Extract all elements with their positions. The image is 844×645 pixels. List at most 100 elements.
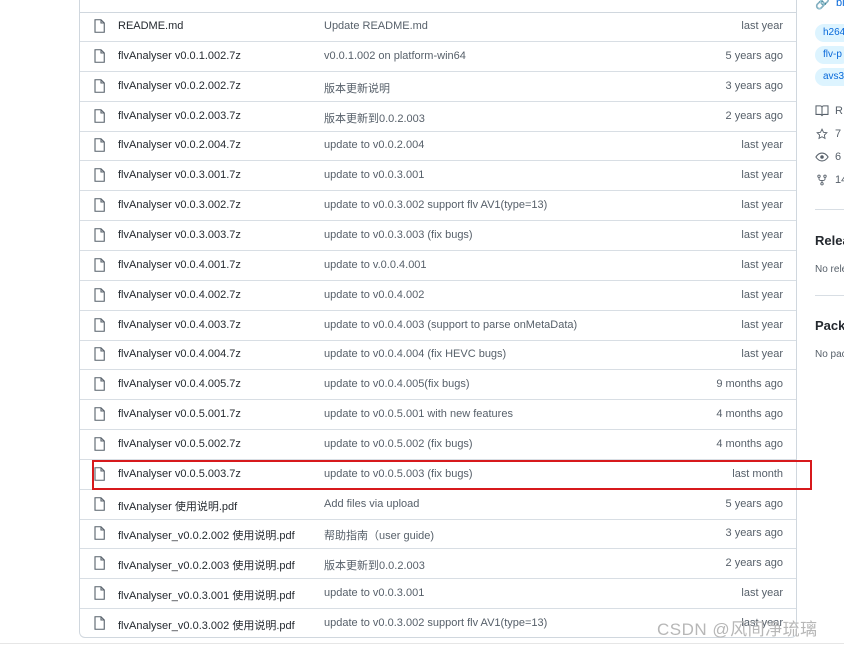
file-row[interactable]: flvAnalyser_v0.0.2.003 使用说明.pdf 版本更新到0.0.… <box>80 549 796 580</box>
file-row[interactable]: flvAnalyser v0.0.5.001.7z update to v0.0.… <box>80 400 796 431</box>
file-name-link[interactable]: flvAnalyser v0.0.1.002.7z <box>118 50 241 62</box>
commit-message-link[interactable]: update to v0.0.4.002 <box>324 289 424 301</box>
file-name-link[interactable]: flvAnalyser_v0.0.2.003 使用说明.pdf <box>118 557 295 573</box>
bottom-divider <box>0 643 844 644</box>
file-icon <box>94 168 105 183</box>
file-row[interactable]: flvAnalyser v0.0.3.003.7z update to v0.0.… <box>80 221 796 251</box>
file-name-link[interactable]: flvAnalyser v0.0.2.004.7z <box>118 139 241 151</box>
file-name-link[interactable]: flvAnalyser v0.0.4.005.7z <box>118 378 241 390</box>
file-name-link[interactable]: flvAnalyser v0.0.4.001.7z <box>118 259 241 271</box>
file-name-link[interactable]: flvAnalyser_v0.0.3.001 使用说明.pdf <box>118 587 295 603</box>
commit-age: last year <box>741 228 783 241</box>
file-icon <box>94 347 105 362</box>
commit-message-link[interactable]: update to v.0.0.4.001 <box>324 259 427 271</box>
file-icon <box>94 257 105 272</box>
file-name-link[interactable]: flvAnalyser v0.0.3.003.7z <box>118 229 241 241</box>
commit-age: 3 years ago <box>725 527 783 540</box>
commit-message-link[interactable]: update to v0.0.3.001 <box>324 587 424 599</box>
commit-age: 3 years ago <box>725 79 783 92</box>
readme-link[interactable]: R <box>815 105 843 117</box>
file-row[interactable]: flvAnalyser v0.0.3.001.7z update to v0.0.… <box>80 161 796 192</box>
file-name-link[interactable]: flvAnalyser_v0.0.3.002 使用说明.pdf <box>118 617 295 633</box>
commit-message-link[interactable]: 版本更新到0.0.2.003 <box>324 557 425 573</box>
commit-age: last year <box>741 258 783 271</box>
commit-message-link[interactable]: update to v0.0.5.002 (fix bugs) <box>324 438 473 450</box>
file-name-link[interactable]: flvAnalyser v0.0.5.003.7z <box>118 468 241 480</box>
commit-message-link[interactable]: update to v0.0.4.004 (fix HEVC bugs) <box>324 348 506 360</box>
file-icon <box>94 287 105 302</box>
commit-age: 4 months ago <box>716 408 783 421</box>
readme-link-label: R <box>835 105 843 117</box>
commit-age: 5 years ago <box>725 497 783 510</box>
file-row[interactable]: flvAnalyser v0.0.2.002.7z 版本更新说明 3 years a… <box>80 72 796 102</box>
file-row[interactable]: flvAnalyser v0.0.3.002.7z update to v0.0.… <box>80 191 796 222</box>
forks-link[interactable]: 14 <box>815 174 844 186</box>
commit-message-link[interactable]: update to v0.0.3.002 support flv AV1(typ… <box>324 199 547 211</box>
commit-message-link[interactable]: 版本更新到0.0.2.003 <box>324 110 425 126</box>
watchers-link[interactable]: 6 <box>815 151 841 163</box>
file-icon <box>94 377 105 391</box>
file-icon <box>94 437 105 451</box>
commit-message-link[interactable]: update to v0.0.3.001 <box>324 169 424 181</box>
commit-message-link[interactable]: update to v0.0.2.004 <box>324 139 424 151</box>
file-name-link[interactable]: README.md <box>118 20 183 32</box>
commit-message-link[interactable]: update to v0.0.5.001 with new features <box>324 408 513 420</box>
stars-link[interactable]: 7 <box>815 128 841 140</box>
commit-message-link[interactable]: update to v0.0.4.003 (support to parse o… <box>324 319 577 331</box>
commit-message-link[interactable]: update to v0.0.4.005(fix bugs) <box>324 378 470 390</box>
file-row[interactable]: flvAnalyser v0.0.2.003.7z 版本更新到0.0.2.003 2… <box>80 102 796 132</box>
file-name-link[interactable]: flvAnalyser v0.0.5.002.7z <box>118 438 241 450</box>
file-table: README.md Update README.md last year flvAna… <box>79 0 797 638</box>
file-row[interactable]: flvAnalyser v0.0.4.001.7z update to v.0.0… <box>80 251 796 281</box>
commit-message-link[interactable]: update to v0.0.5.003 (fix bugs) <box>324 468 473 480</box>
commit-age: last year <box>741 199 783 212</box>
file-name-link[interactable]: flvAnalyser v0.0.4.002.7z <box>118 289 241 301</box>
commit-message-link[interactable]: 版本更新说明 <box>324 80 390 96</box>
file-icon <box>94 317 105 332</box>
packages-heading[interactable]: Packa <box>815 318 844 333</box>
file-row[interactable]: flvAnalyser v0.0.5.002.7z update to v0.0.… <box>80 430 796 460</box>
file-name-link[interactable]: flvAnalyser v0.0.4.003.7z <box>118 319 241 331</box>
watchers-count: 6 <box>835 151 842 163</box>
commit-message-link[interactable]: v0.0.1.002 on platform-win64 <box>324 50 466 62</box>
file-icon <box>94 586 105 600</box>
file-row[interactable]: flvAnalyser 使用说明.pdf Add files via upload… <box>80 490 796 520</box>
commit-age: last year <box>741 348 783 361</box>
file-name-link[interactable]: flvAnalyser v0.0.5.001.7z <box>118 408 241 420</box>
commit-message-link[interactable]: Add files via upload <box>324 498 419 510</box>
commit-message-link[interactable]: 帮助指南（user guide) <box>324 527 434 543</box>
releases-empty-text: No rele <box>815 264 844 275</box>
file-row[interactable]: README.md Update README.md last year <box>80 12 796 42</box>
website-link[interactable]: bl <box>836 0 844 9</box>
sidebar-divider <box>815 209 844 210</box>
file-name-link[interactable]: flvAnalyser_v0.0.2.002 使用说明.pdf <box>118 527 295 543</box>
file-row[interactable]: flvAnalyser v0.0.4.004.7z update to v0.0.… <box>80 340 796 371</box>
commit-age: last year <box>741 169 783 182</box>
file-row[interactable]: flvAnalyser v0.0.2.004.7z update to v0.0.… <box>80 131 796 162</box>
file-row[interactable]: flvAnalyser v0.0.4.003.7z update to v0.0.… <box>80 311 796 341</box>
file-name-link[interactable]: flvAnalyser v0.0.4.004.7z <box>118 348 241 360</box>
file-row[interactable]: flvAnalyser_v0.0.3.001 使用说明.pdf update to… <box>80 579 796 610</box>
commit-message-link[interactable]: update to v0.0.3.003 (fix bugs) <box>324 229 473 241</box>
topic-tag-h264[interactable]: h264 <box>815 24 844 42</box>
link-icon: 🔗 <box>815 0 830 10</box>
file-name-link[interactable]: flvAnalyser 使用说明.pdf <box>118 498 237 514</box>
file-icon <box>94 108 105 123</box>
file-name-link[interactable]: flvAnalyser v0.0.2.002.7z <box>118 80 241 92</box>
file-row[interactable]: flvAnalyser v0.0.1.002.7z v0.0.1.002 on p… <box>80 42 796 72</box>
topic-tag-flv[interactable]: flv-p <box>815 46 844 64</box>
file-row[interactable]: flvAnalyser_v0.0.2.002 使用说明.pdf 帮助指南（user… <box>80 519 796 550</box>
releases-heading[interactable]: Relea <box>815 233 844 248</box>
file-name-link[interactable]: flvAnalyser v0.0.2.003.7z <box>118 110 241 122</box>
file-row[interactable]: flvAnalyser v0.0.5.003.7z update to v0.0.… <box>80 460 796 490</box>
file-name-link[interactable]: flvAnalyser v0.0.3.002.7z <box>118 199 241 211</box>
commit-message-link[interactable]: Update README.md <box>324 20 428 32</box>
file-icon <box>94 49 105 63</box>
commit-message-link[interactable]: update to v0.0.3.002 support flv AV1(typ… <box>324 617 547 629</box>
file-name-link[interactable]: flvAnalyser v0.0.3.001.7z <box>118 169 241 181</box>
file-row[interactable]: flvAnalyser v0.0.4.005.7z update to v0.0.… <box>80 370 796 401</box>
file-icon <box>94 466 105 481</box>
file-row[interactable]: flvAnalyser v0.0.4.002.7z update to v0.0.… <box>80 281 796 311</box>
commit-age: last year <box>741 587 783 600</box>
topic-tag-avs3[interactable]: avs3 <box>815 68 844 86</box>
